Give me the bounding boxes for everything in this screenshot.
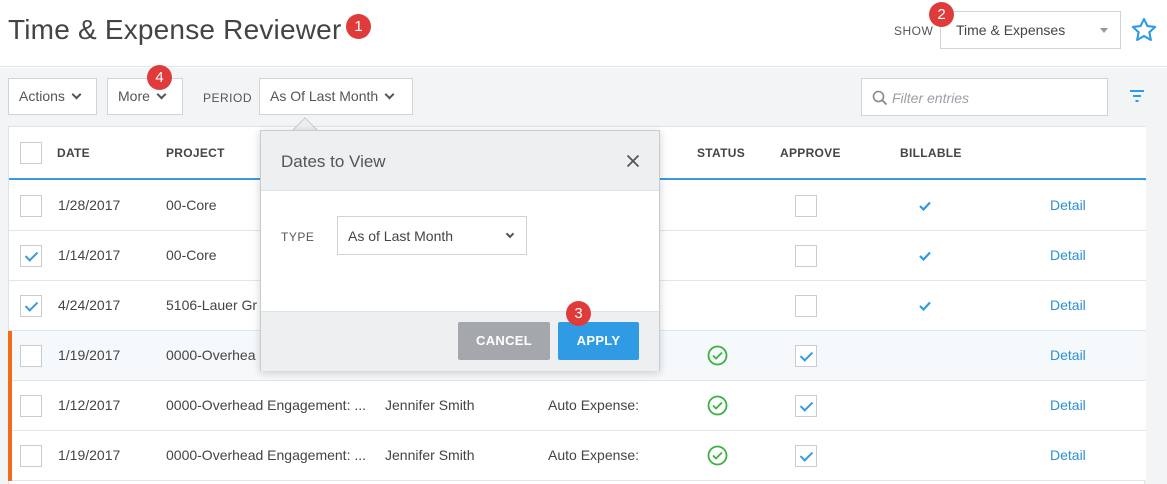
row-project: 00-Core — [166, 197, 217, 213]
annotation-badge-1: 1 — [346, 14, 371, 39]
show-label: SHOW — [894, 24, 934, 38]
row-checkbox[interactable] — [20, 345, 42, 367]
row-project: 0000-Overhead Engagement: ... — [166, 447, 367, 463]
type-select-value: As of Last Month — [348, 228, 454, 244]
detail-link[interactable]: Detail — [1050, 247, 1086, 263]
row-date: 1/14/2017 — [58, 247, 121, 263]
row-date: 4/24/2017 — [58, 297, 121, 313]
annotation-badge-2: 2 — [929, 2, 954, 27]
detail-link[interactable]: Detail — [1050, 297, 1086, 313]
close-icon[interactable] — [626, 154, 640, 168]
row-date: 1/19/2017 — [58, 347, 121, 363]
period-label: PERIOD — [203, 91, 253, 105]
column-header-billable[interactable]: BILLABLE — [900, 146, 962, 160]
row-project: 0000-Overhea — [166, 347, 256, 363]
actions-button-label: Actions — [19, 88, 65, 104]
table-row[interactable]: 1/19/2017 0000-Overhead Engagement: ... … — [8, 431, 1146, 481]
more-button-label: More — [118, 88, 150, 104]
row-flag-indicator — [8, 381, 12, 431]
approve-checkbox[interactable] — [795, 195, 817, 217]
filter-icon[interactable] — [1128, 88, 1146, 104]
row-flag-indicator — [8, 431, 12, 481]
detail-link[interactable]: Detail — [1050, 447, 1086, 463]
dates-to-view-dialog: Dates to View TYPE As of Last Month CANC… — [260, 130, 660, 371]
row-type: Auto Expense: — [548, 447, 640, 463]
show-select-value: Time & Expenses — [956, 22, 1066, 38]
approve-checkbox[interactable] — [795, 445, 817, 467]
billable-check-icon — [919, 201, 931, 211]
type-label: TYPE — [281, 230, 315, 244]
column-header-project[interactable]: PROJECT — [166, 146, 225, 160]
star-icon[interactable] — [1130, 16, 1158, 44]
annotation-badge-4: 4 — [147, 65, 172, 90]
row-project: 5106-Lauer Gr — [166, 297, 258, 313]
filter-entries-field[interactable] — [861, 78, 1108, 116]
status-approved-icon — [707, 395, 728, 416]
filter-entries-input[interactable] — [892, 87, 1102, 109]
detail-link[interactable]: Detail — [1050, 197, 1086, 213]
actions-button[interactable]: Actions — [8, 78, 97, 115]
billable-check-icon — [919, 251, 931, 261]
period-value: As Of Last Month — [270, 88, 379, 104]
row-flag-indicator — [8, 331, 12, 381]
row-date: 1/19/2017 — [58, 447, 121, 463]
approve-checkbox[interactable] — [795, 295, 817, 317]
detail-link[interactable]: Detail — [1050, 397, 1086, 413]
dialog-title: Dates to View — [281, 152, 386, 171]
row-person: Jennifer Smith — [385, 447, 475, 463]
page-header: Time & Expense Reviewer 1 SHOW Time & Ex… — [0, 0, 1167, 67]
chevron-down-icon — [505, 229, 515, 239]
row-checkbox[interactable] — [20, 195, 42, 217]
column-header-status[interactable]: STATUS — [697, 146, 745, 160]
approve-checkbox[interactable] — [795, 245, 817, 267]
row-checkbox[interactable] — [20, 395, 42, 417]
annotation-badge-3: 3 — [566, 301, 591, 326]
table-row[interactable]: 1/12/2017 0000-Overhead Engagement: ... … — [8, 381, 1146, 431]
show-select[interactable]: Time & Expenses — [940, 11, 1121, 49]
more-button[interactable]: More — [107, 78, 183, 115]
chevron-down-icon — [156, 89, 167, 100]
chevron-down-icon — [384, 89, 395, 100]
cancel-button[interactable]: CANCEL — [458, 322, 550, 360]
row-checkbox[interactable] — [20, 295, 42, 317]
row-checkbox[interactable] — [20, 445, 42, 467]
search-icon — [872, 90, 888, 106]
billable-check-icon — [919, 301, 931, 311]
row-person: Jennifer Smith — [385, 397, 475, 413]
column-header-date[interactable]: DATE — [57, 146, 90, 160]
select-all-checkbox[interactable] — [20, 142, 42, 164]
row-date: 1/12/2017 — [58, 397, 121, 413]
column-header-approve[interactable]: APPROVE — [780, 146, 841, 160]
row-project: 00-Core — [166, 247, 217, 263]
status-approved-icon — [707, 445, 728, 466]
status-approved-icon — [707, 345, 728, 366]
approve-checkbox[interactable] — [795, 345, 817, 367]
period-dropdown[interactable]: As Of Last Month — [259, 78, 413, 115]
approve-checkbox[interactable] — [795, 395, 817, 417]
caret-down-icon — [1100, 28, 1108, 33]
row-date: 1/28/2017 — [58, 197, 121, 213]
dialog-header: Dates to View — [261, 131, 659, 191]
detail-link[interactable]: Detail — [1050, 347, 1086, 363]
chevron-down-icon — [71, 89, 82, 100]
row-checkbox[interactable] — [20, 245, 42, 267]
page-title: Time & Expense Reviewer — [8, 14, 342, 45]
row-type: Auto Expense: — [548, 397, 640, 413]
dialog-footer: CANCEL APPLY — [261, 311, 659, 371]
type-select[interactable]: As of Last Month — [337, 216, 527, 255]
row-project: 0000-Overhead Engagement: ... — [166, 397, 367, 413]
apply-button[interactable]: APPLY — [558, 322, 639, 360]
